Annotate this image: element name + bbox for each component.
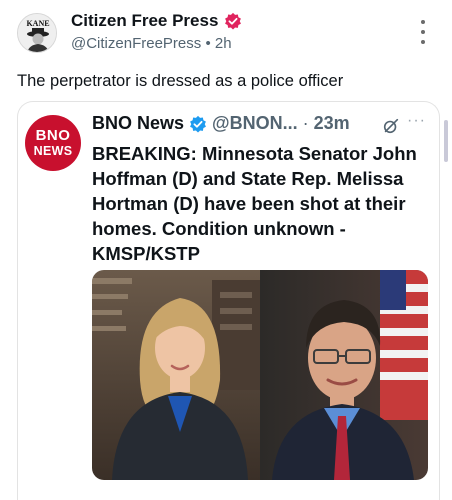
quote-more-icon[interactable]: ···	[407, 112, 426, 130]
quote-time[interactable]: 23m	[314, 113, 350, 134]
quote-author-handle[interactable]: @BNON...	[212, 113, 298, 134]
logo-line1: BNO	[35, 127, 71, 145]
author-row: Citizen Free Press	[71, 11, 242, 31]
logo-line2: NEWS	[33, 144, 73, 159]
quote-body-text: BREAKING: Minnesota Senator John Hoffman…	[92, 143, 417, 264]
grok-icon[interactable]	[382, 117, 400, 135]
author-handle[interactable]: @CitizenFreePress	[71, 35, 201, 52]
avatar-text: KANE	[26, 19, 49, 28]
verified-badge-icon	[224, 12, 242, 30]
scrollbar[interactable]	[444, 120, 448, 162]
quote-separator: ·	[302, 113, 309, 133]
more-vertical-icon[interactable]	[412, 20, 434, 44]
handle-separator: •	[205, 35, 211, 52]
quote-photo[interactable]	[92, 270, 428, 480]
quote-header: BNO News @BNON... · 23m	[92, 113, 350, 134]
quote-author-name[interactable]: BNO News	[92, 113, 184, 134]
post-time[interactable]: 2h	[215, 35, 232, 52]
avatar-image: KANE	[18, 14, 56, 52]
verified-check-icon	[189, 115, 207, 133]
post: KANE Citizen Free Press @CitizenFreePres…	[0, 0, 452, 500]
handle-row: @CitizenFreePress • 2h	[71, 35, 232, 52]
author-name[interactable]: Citizen Free Press	[71, 11, 218, 31]
bno-news-logo[interactable]: BNO NEWS	[25, 115, 81, 171]
news-photo-image	[92, 270, 428, 480]
post-text: The perpetrator is dressed as a police o…	[17, 72, 344, 90]
avatar[interactable]: KANE	[17, 13, 57, 53]
